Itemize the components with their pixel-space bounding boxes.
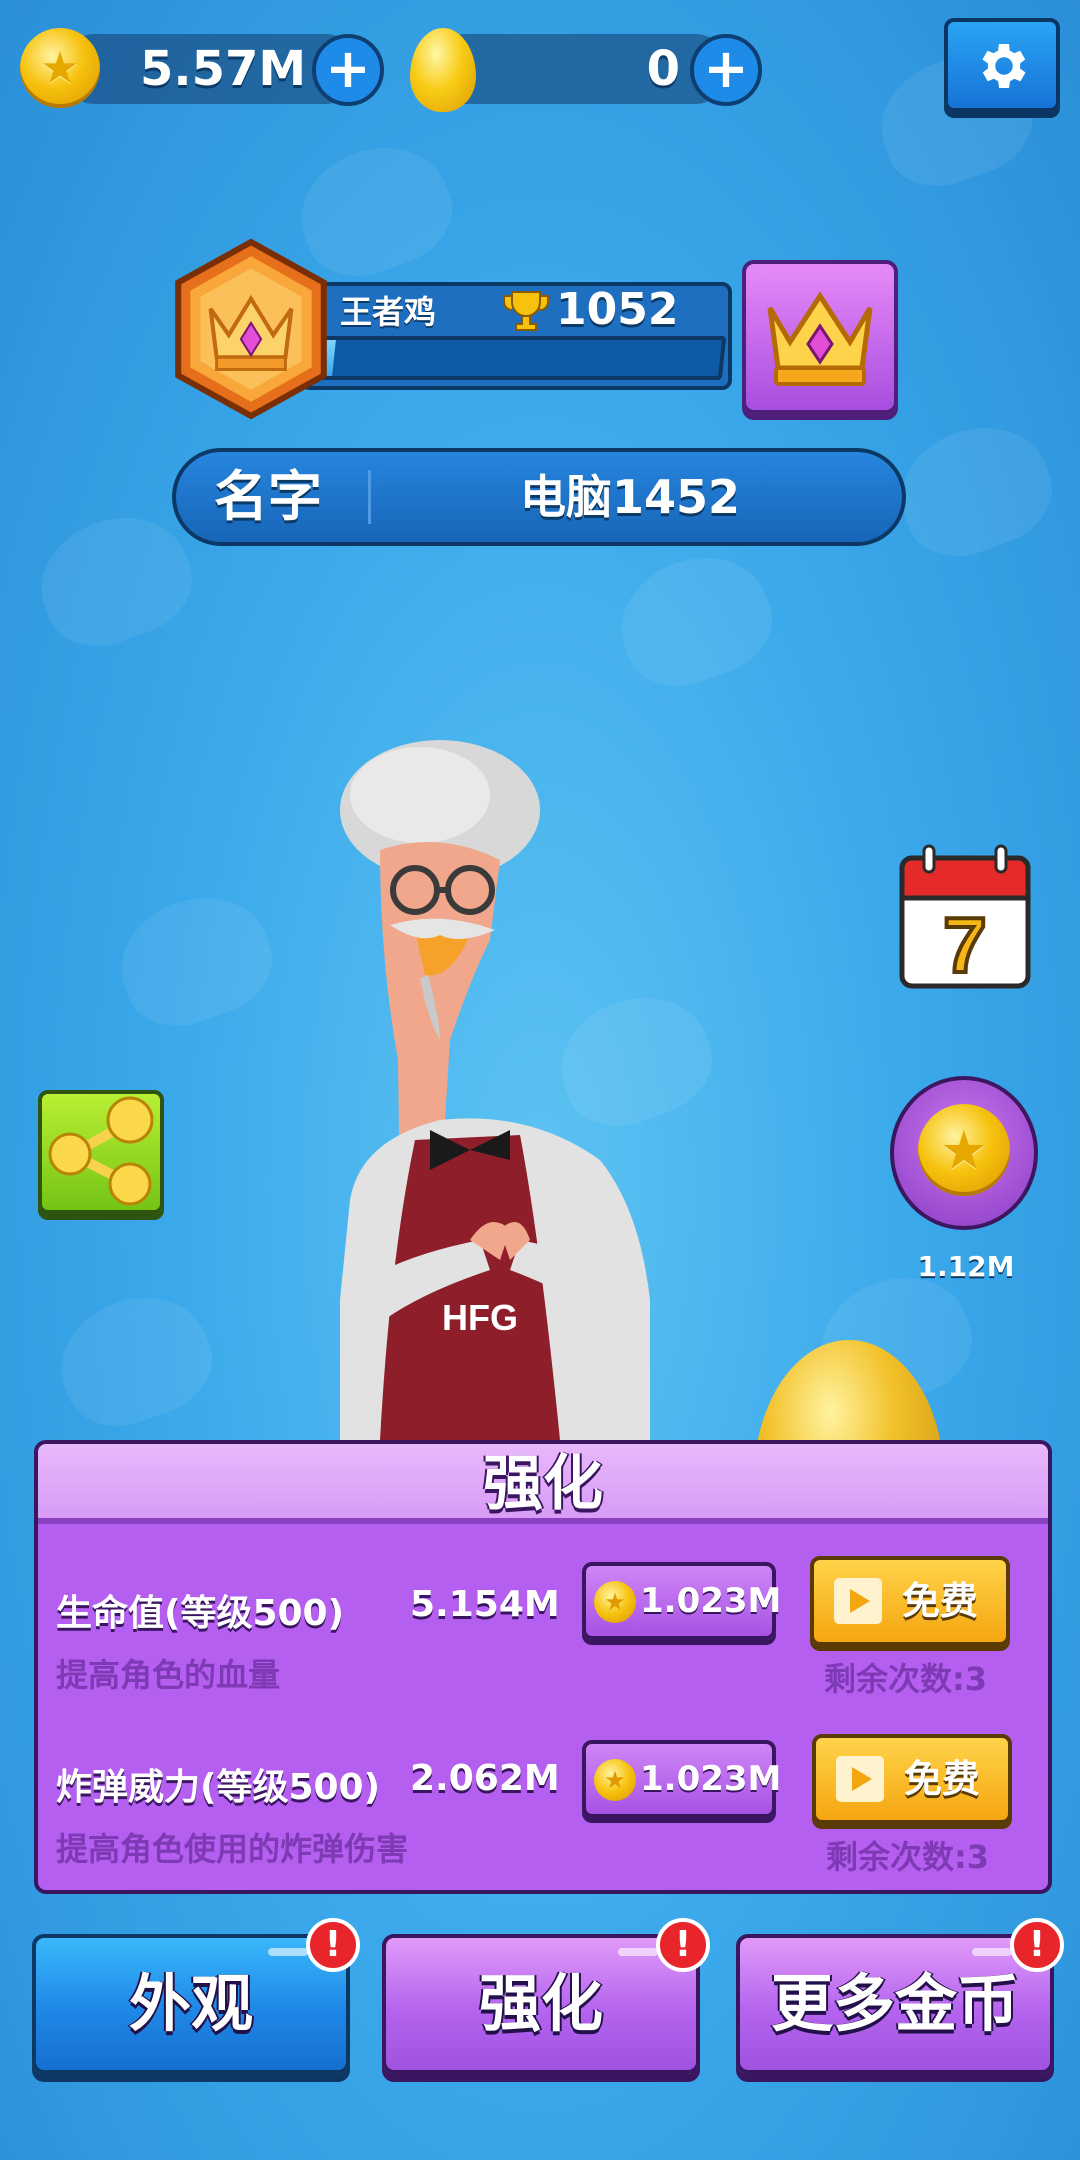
upgrade-hp-coin-button[interactable]: ★ 1.023M xyxy=(582,1562,781,1640)
daily-calendar-icon[interactable]: 7 xyxy=(898,844,1032,990)
name-label: 名字 xyxy=(214,465,322,528)
gear-icon xyxy=(982,44,1026,88)
share-icon xyxy=(48,1096,154,1206)
play-icon xyxy=(836,1756,884,1802)
apron-logo: HFG xyxy=(442,1297,518,1338)
alert-icon: ! xyxy=(656,1918,710,1972)
coin-icon: ★ xyxy=(594,1581,636,1623)
add-eggs-button[interactable]: + xyxy=(690,34,762,106)
upgrade-cost: 1.023M xyxy=(640,1581,782,1621)
upgrade-row-label: 生命值(等级500) xyxy=(56,1593,345,1634)
alert-icon: ! xyxy=(1010,1918,1064,1972)
tab-label: 外观 xyxy=(128,1967,253,2040)
remaining-count: 剩余次数:3 xyxy=(826,1838,990,1876)
calendar-day: 7 xyxy=(943,901,986,989)
trophy-count: 1052 xyxy=(556,284,679,335)
share-button[interactable] xyxy=(38,1090,164,1214)
free-label: 免费 xyxy=(904,1757,981,1801)
rank-crown-button[interactable] xyxy=(742,260,898,414)
upgrade-panel: 强化 生命值(等级500) 5.154M 提高角色的血量 ★ 1.023M 免费… xyxy=(34,1440,1052,1894)
rank-progress-bar xyxy=(315,336,727,380)
egg-balance: 0 xyxy=(646,41,680,97)
coin-reward-amount: 1.12M xyxy=(917,1250,1015,1283)
tab-appearance[interactable]: 外观 ! xyxy=(32,1918,360,2074)
upgrade-hp-free-button[interactable]: 免费 xyxy=(810,1556,1010,1646)
upgrade-panel-title: 强化 xyxy=(483,1449,603,1519)
player-name[interactable]: 电脑1452 xyxy=(380,452,880,542)
play-icon xyxy=(834,1578,882,1624)
rank-name: 王者鸡 xyxy=(340,293,437,331)
tab-upgrade[interactable]: 强化 ! xyxy=(382,1918,710,2074)
upgrade-cost: 1.023M xyxy=(640,1759,782,1799)
upgrade-row-value: 5.154M xyxy=(410,1584,560,1625)
tab-label: 强化 xyxy=(478,1967,603,2040)
upgrade-row-value: 2.062M xyxy=(410,1758,560,1799)
upgrade-bomb-coin-button[interactable]: ★ 1.023M xyxy=(582,1740,781,1818)
upgrade-bomb-free-button[interactable]: 免费 xyxy=(812,1734,1012,1824)
add-coins-button[interactable]: + xyxy=(312,34,384,106)
remaining-count: 剩余次数:3 xyxy=(824,1660,988,1698)
coin-balance: 5.57M xyxy=(140,41,307,97)
rank-badge-crown-icon[interactable] xyxy=(170,238,332,420)
crown-icon xyxy=(767,291,873,386)
name-divider xyxy=(368,470,371,524)
upgrade-row-desc: 提高角色使用的炸弹伤害 xyxy=(56,1830,409,1868)
coin-icon: ★ xyxy=(594,1759,636,1801)
alert-icon: ! xyxy=(306,1918,360,1972)
chicken-character: HFG xyxy=(340,740,650,1440)
coin-icon: ★ xyxy=(918,1104,1010,1196)
tab-more-coins[interactable]: 更多金币 ! xyxy=(736,1918,1064,2074)
upgrade-row-label: 炸弹威力(等级500) xyxy=(56,1767,381,1808)
trophy-icon xyxy=(503,291,549,331)
tab-label: 更多金币 xyxy=(770,1967,1019,2040)
free-label: 免费 xyxy=(902,1579,979,1623)
upgrade-row-desc: 提高角色的血量 xyxy=(56,1656,281,1694)
coin-icon: ★ xyxy=(20,28,100,108)
coin-reward-button[interactable]: ★ xyxy=(890,1076,1038,1230)
settings-button[interactable] xyxy=(944,18,1060,112)
